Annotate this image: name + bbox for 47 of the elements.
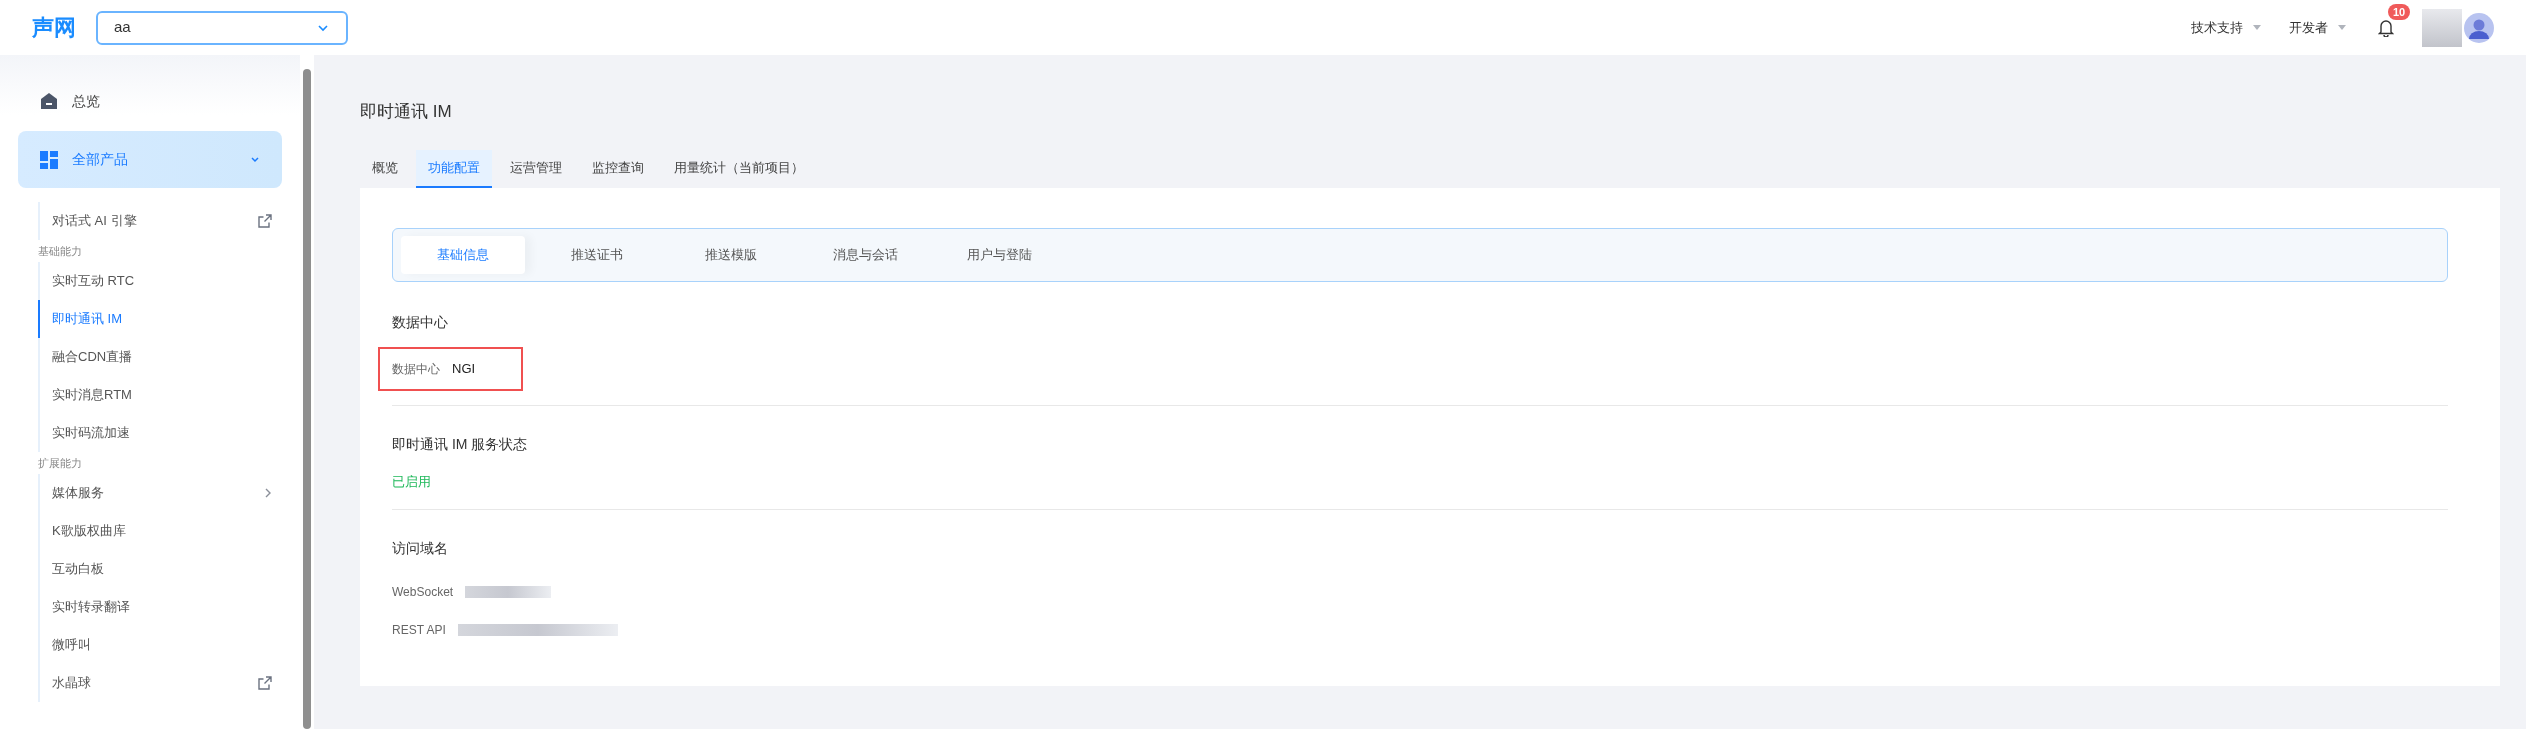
project-select[interactable]: aa	[96, 10, 348, 45]
subtab[interactable]: 消息与会话	[803, 235, 927, 274]
subtab[interactable]: 推送证书	[535, 235, 659, 274]
sidebar-item[interactable]: 总览	[18, 81, 282, 121]
tab[interactable]: 运营管理	[498, 149, 574, 188]
field-label: REST API	[392, 621, 446, 639]
section-title: 即时通讯 IM 服务状态	[392, 434, 529, 454]
logo: 声网	[32, 14, 76, 42]
sidebar-item[interactable]: K歌版权曲库	[38, 512, 282, 550]
section-title: 访问域名	[392, 538, 449, 558]
sidebar-item[interactable]: 融合CDN直播	[38, 338, 282, 376]
header-menu[interactable]: 技术支持	[2191, 17, 2261, 38]
home-icon	[40, 92, 58, 110]
subtab[interactable]: 基础信息	[401, 235, 525, 274]
section-heading: 基础能力	[37, 243, 83, 259]
sidebar-item[interactable]: 互动白板	[38, 550, 282, 588]
field-label: WebSocket	[392, 583, 454, 601]
sidebar-item[interactable]: 水晶球	[38, 664, 282, 702]
tab[interactable]: 用量统计（当前项目）	[662, 149, 816, 188]
tab[interactable]: 监控查询	[580, 149, 656, 188]
section-heading: 扩展能力	[37, 455, 83, 471]
sidebar-item[interactable]: 实时转录翻译	[38, 588, 282, 626]
subtab[interactable]: 推送模版	[669, 235, 793, 274]
sidebar-item[interactable]: 实时消息RTM	[38, 376, 282, 414]
page-title: 即时通讯 IM	[360, 101, 453, 123]
avatar-icon	[2464, 12, 2494, 43]
sidebar-item[interactable]: 实时互动 RTC	[38, 262, 282, 300]
field-label: 数据中心	[392, 360, 440, 378]
grid-icon	[40, 150, 58, 169]
section-title: 数据中心	[392, 312, 449, 332]
notification-badge: 10	[2388, 3, 2411, 20]
sidebar-item[interactable]: 即时通讯 IM	[38, 300, 282, 338]
bell-icon	[2378, 18, 2394, 37]
subtab[interactable]: 用户与登陆	[937, 235, 1061, 274]
sidebar-item[interactable]: 实时码流加速	[38, 414, 282, 452]
sidebar-item[interactable]: 微呼叫	[38, 626, 282, 664]
field-value: NGI	[452, 359, 476, 378]
sidebar-item[interactable]: 对话式 AI 引擎	[38, 202, 282, 240]
caret-down-icon	[2338, 25, 2346, 30]
chevron-down-icon	[250, 155, 260, 164]
tab[interactable]: 概览	[360, 149, 410, 188]
scrollbar-thumb[interactable]	[303, 69, 311, 729]
tab[interactable]: 功能配置	[416, 149, 492, 188]
sidebar-item[interactable]: 媒体服务	[38, 474, 282, 512]
header-menu[interactable]: 开发者	[2289, 17, 2346, 38]
caret-down-icon	[2253, 25, 2261, 30]
status-text: 已启用	[392, 472, 432, 491]
